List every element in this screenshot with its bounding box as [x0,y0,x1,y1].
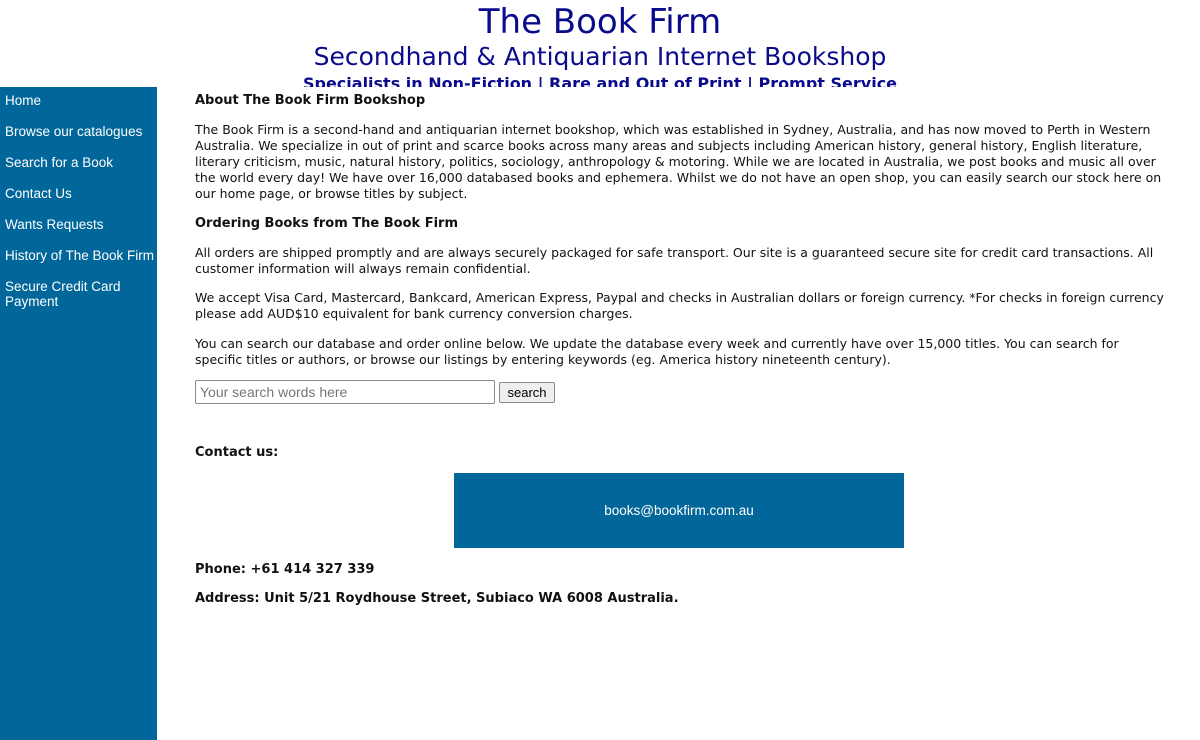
sidebar-item-history[interactable]: History of The Book Firm [5,248,155,263]
site-tagline: Specialists in Non-Fiction | Rare and Ou… [302,74,898,87]
search-button[interactable]: search [499,382,555,403]
about-text: The Book Firm is a second-hand and antiq… [195,122,1162,201]
contact-heading: Contact us: [195,445,279,460]
sidebar-item-search-book[interactable]: Search for a Book [5,155,155,170]
sidebar-item-browse-catalogues[interactable]: Browse our catalogues [5,124,155,139]
site-header: The Book Firm Secondhand & Antiquarian I… [0,0,1200,87]
site-subtitle: Secondhand & Antiquarian Internet Booksh… [313,42,887,71]
contact-address: Address: Unit 5/21 Roydhouse Street, Sub… [195,591,679,606]
sidebar-item-secure-payment[interactable]: Secure Credit Card Payment [5,279,155,309]
sidebar-nav: Home Browse our catalogues Search for a … [0,87,157,740]
contact-phone: Phone: +61 414 327 339 [195,562,375,577]
about-heading: About The Book Firm Bookshop [195,93,426,108]
sidebar-item-home[interactable]: Home [5,93,155,108]
ordering-heading: Ordering Books from The Book Firm [195,216,458,231]
site-title: The Book Firm [478,2,722,42]
ordering-paragraph-shipping: All orders are shipped promptly and are … [195,245,1154,276]
email-link-button[interactable]: books@bookfirm.com.au [454,473,904,548]
sidebar-item-contact-us[interactable]: Contact Us [5,186,155,201]
search-input[interactable] [195,380,495,404]
ordering-paragraph-payment: We accept Visa Card, Mastercard, Bankcar… [195,290,1164,321]
email-link-text: books@bookfirm.com.au [604,503,754,518]
sidebar-item-wants-requests[interactable]: Wants Requests [5,217,155,232]
ordering-paragraph-search: You can search our database and order on… [195,336,1119,367]
